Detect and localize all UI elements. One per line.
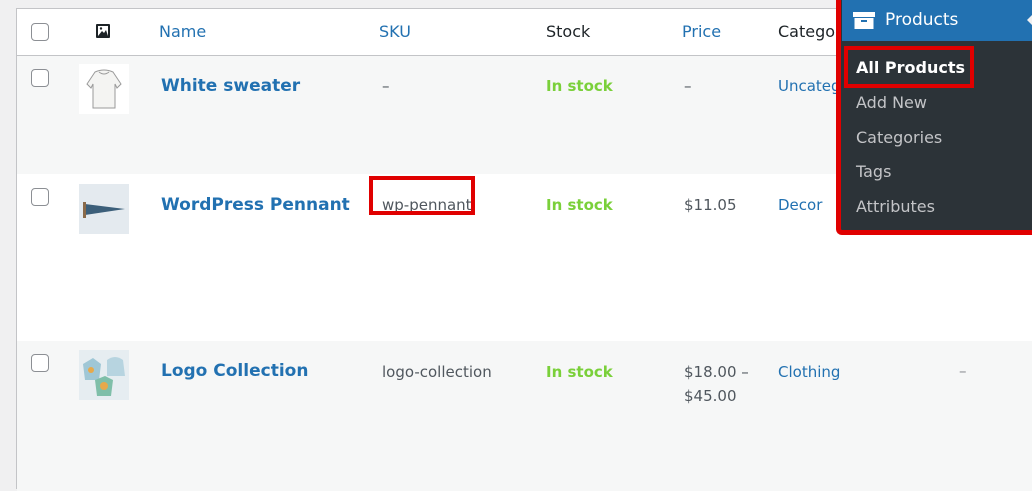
all-products-highlight-box — [844, 46, 974, 88]
row-checkbox[interactable] — [31, 188, 49, 206]
menu-item-attributes[interactable]: Attributes — [856, 197, 935, 217]
category-link[interactable]: Decor — [778, 195, 822, 215]
column-price[interactable]: Price — [682, 22, 721, 42]
product-name-link[interactable]: Logo Collection — [161, 360, 308, 382]
table-row: Logo Collection logo-collection In stock… — [17, 341, 1032, 491]
menu-item-add-new[interactable]: Add New — [856, 93, 927, 113]
stock-status: In stock — [546, 363, 613, 381]
menu-item-categories[interactable]: Categories — [856, 128, 942, 148]
image-column-icon — [95, 23, 111, 43]
category-link[interactable]: Clothing — [778, 362, 840, 382]
product-name-link[interactable]: WordPress Pennant — [161, 194, 350, 216]
select-all-checkbox[interactable] — [31, 23, 49, 41]
product-name-link[interactable]: White sweater — [161, 75, 300, 97]
menu-item-tags[interactable]: Tags — [856, 162, 891, 182]
stock-status: In stock — [546, 77, 613, 95]
price-value: – — [684, 77, 692, 95]
price-value-line2: $45.00 — [684, 387, 737, 405]
stock-status: In stock — [546, 196, 613, 214]
products-menu-label: Products — [885, 10, 959, 30]
extra-column-value: – — [959, 362, 967, 380]
archive-box-icon — [853, 12, 875, 33]
sweater-thumbnail[interactable] — [79, 64, 129, 114]
products-menu-header[interactable]: Products — [842, 0, 1032, 41]
column-stock: Stock — [546, 22, 591, 41]
column-categories: Catego — [778, 22, 836, 41]
sku-value: logo-collection — [382, 363, 492, 381]
column-sku[interactable]: SKU — [379, 22, 411, 42]
pennant-thumbnail[interactable] — [79, 184, 129, 234]
row-checkbox[interactable] — [31, 354, 49, 372]
price-value-line1: $18.00 – — [684, 363, 749, 381]
price-value: $11.05 — [684, 196, 737, 214]
menu-pointer-icon — [1027, 13, 1032, 27]
row-checkbox[interactable] — [31, 69, 49, 87]
sku-highlight-box — [369, 176, 475, 215]
logo-collection-thumbnail[interactable] — [79, 350, 129, 400]
sku-value: – — [382, 77, 390, 95]
column-name[interactable]: Name — [159, 22, 206, 42]
